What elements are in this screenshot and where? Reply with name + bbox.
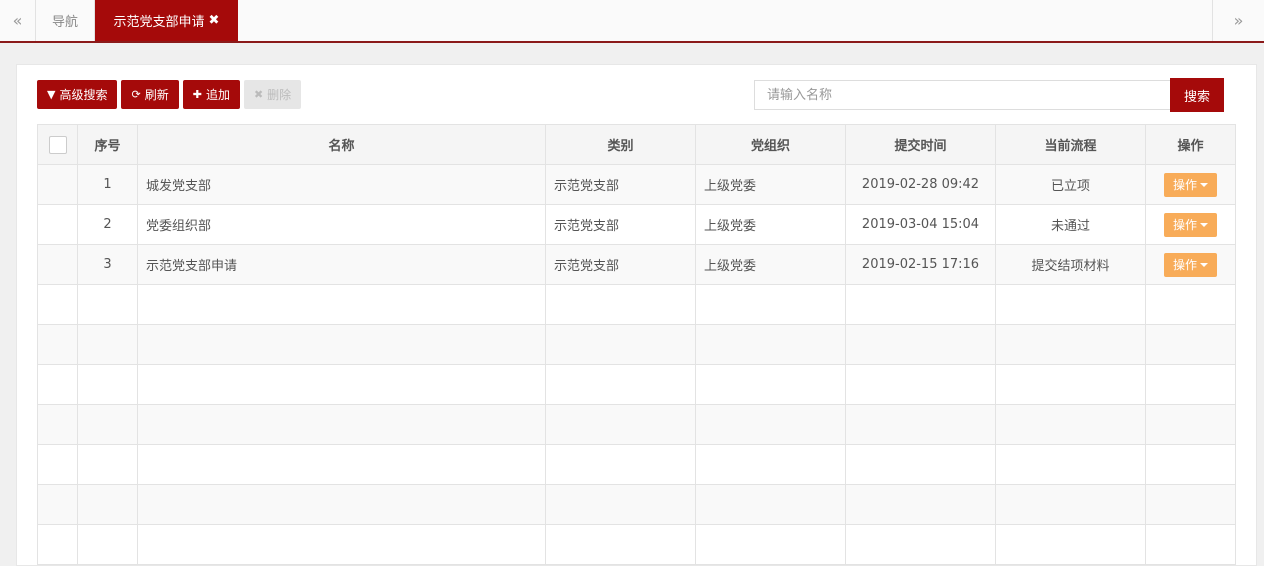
empty-row (37, 404, 1236, 445)
table-row[interactable]: 1 城发党支部 示范党支部 上级党委 2019-02-28 09:42 已立项 … (37, 164, 1236, 205)
empty-row (37, 444, 1236, 485)
refresh-button[interactable]: ⟳ 刷新 (121, 80, 179, 109)
cell-flow: 未通过 (995, 204, 1146, 245)
advanced-search-button[interactable]: ▼ 高级搜索 (37, 80, 118, 109)
search-button[interactable]: 搜索 (1170, 78, 1224, 112)
refresh-label: 刷新 (144, 88, 169, 102)
row-action-label: 操作 (1172, 218, 1197, 232)
tab-active-label: 示范党支部申请 (113, 15, 205, 30)
caret-down-icon (1200, 262, 1208, 267)
cell-flow: 已立项 (995, 164, 1146, 205)
col-header-org[interactable]: 党组织 (695, 124, 846, 165)
delete-label: 删除 (267, 88, 292, 102)
cell-op: 操作 (1145, 204, 1236, 245)
cell-time: 2019-03-04 15:04 (845, 204, 996, 245)
empty-row (37, 364, 1236, 405)
advanced-search-label: 高级搜索 (59, 88, 108, 102)
row-action-dropdown[interactable]: 操作 (1163, 252, 1217, 277)
empty-row (37, 484, 1236, 525)
row-action-dropdown[interactable]: 操作 (1163, 172, 1217, 197)
row-select-cell[interactable] (37, 204, 78, 245)
table-row[interactable]: 2 党委组织部 示范党支部 上级党委 2019-03-04 15:04 未通过 … (37, 204, 1236, 245)
caret-down-icon (1200, 182, 1208, 187)
add-button[interactable]: ✚ 追加 (182, 80, 240, 109)
empty-row (37, 284, 1236, 325)
toolbar: ▼ 高级搜索 ⟳ 刷新 ✚ 追加 ✖ 删除 (37, 80, 302, 109)
cell-flow: 提交结项材料 (995, 244, 1146, 285)
search-input[interactable] (754, 80, 1170, 110)
close-tab-icon[interactable]: ✖ (209, 13, 220, 28)
search-bar: 搜索 (754, 78, 1224, 112)
col-header-no[interactable]: 序号 (77, 124, 138, 165)
refresh-icon: ⟳ (131, 88, 141, 101)
row-select-cell[interactable] (37, 244, 78, 285)
row-action-label: 操作 (1172, 258, 1197, 272)
table-header-row: 序号 名称 类别 党组织 提交时间 当前流程 操作 (37, 124, 1236, 165)
cell-category: 示范党支部 (545, 244, 696, 285)
tab-bar: « 导航 示范党支部申请 ✖ » (0, 0, 1264, 43)
cell-no: 2 (77, 204, 138, 245)
col-header-name[interactable]: 名称 (137, 124, 546, 165)
col-header-op: 操作 (1145, 124, 1236, 165)
plus-icon: ✚ (192, 88, 202, 101)
cell-op: 操作 (1145, 244, 1236, 285)
delete-button[interactable]: ✖ 删除 (243, 80, 302, 109)
cell-name: 城发党支部 (137, 164, 546, 205)
tabs-scroll-left-icon[interactable]: « (0, 0, 36, 41)
tabs-scroll-right-icon[interactable]: » (1212, 0, 1264, 41)
cell-name: 党委组织部 (137, 204, 546, 245)
cell-category: 示范党支部 (545, 164, 696, 205)
caret-down-icon (1200, 222, 1208, 227)
table-row[interactable]: 3 示范党支部申请 示范党支部 上级党委 2019-02-15 17:16 提交… (37, 244, 1236, 285)
cell-no: 1 (77, 164, 138, 205)
select-all-checkbox[interactable] (48, 135, 67, 154)
cell-time: 2019-02-15 17:16 (845, 244, 996, 285)
tab-home[interactable]: 导航 (36, 0, 95, 41)
close-icon: ✖ (253, 88, 264, 101)
cell-org: 上级党委 (695, 204, 846, 245)
col-header-flow[interactable]: 当前流程 (995, 124, 1146, 165)
cell-org: 上级党委 (695, 164, 846, 205)
row-select-cell[interactable] (37, 164, 78, 205)
col-header-time[interactable]: 提交时间 (845, 124, 996, 165)
empty-row (37, 324, 1236, 365)
cell-org: 上级党委 (695, 244, 846, 285)
filter-icon: ▼ (47, 88, 56, 101)
select-all-cell (37, 124, 78, 165)
content-panel: ▼ 高级搜索 ⟳ 刷新 ✚ 追加 ✖ 删除 搜索 序号 名称 (16, 64, 1257, 566)
row-action-dropdown[interactable]: 操作 (1163, 212, 1217, 237)
cell-name: 示范党支部申请 (137, 244, 546, 285)
cell-category: 示范党支部 (545, 204, 696, 245)
cell-time: 2019-02-28 09:42 (845, 164, 996, 205)
cell-op: 操作 (1145, 164, 1236, 205)
col-header-category[interactable]: 类别 (545, 124, 696, 165)
tab-model-branch-application[interactable]: 示范党支部申请 ✖ (95, 0, 238, 41)
add-label: 追加 (205, 88, 230, 102)
tab-home-label: 导航 (51, 15, 78, 30)
data-table: 序号 名称 类别 党组织 提交时间 当前流程 操作 1 城发党支部 示范党支部 … (37, 124, 1236, 565)
empty-row (37, 524, 1236, 565)
cell-no: 3 (77, 244, 138, 285)
row-action-label: 操作 (1172, 178, 1197, 192)
